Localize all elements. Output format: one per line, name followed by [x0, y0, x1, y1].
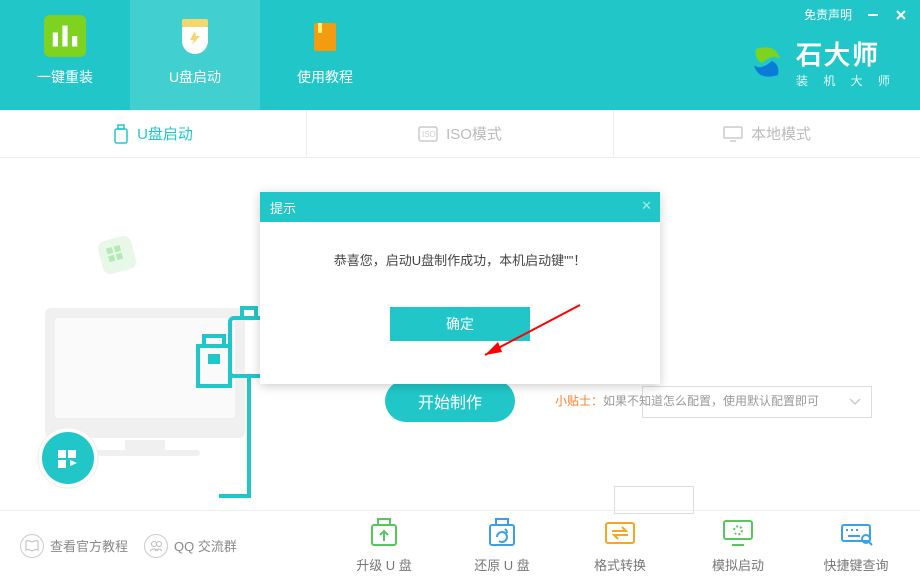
modal-dialog: 提示 ✕ 恭喜您，启动U盘制作成功，本机启动键""！ 确定 [260, 192, 660, 384]
tip-text: 小贴士：如果不知道怎么配置，使用默认配置即可 [555, 392, 819, 409]
brand-subtitle: 装 机 大 师 [796, 72, 896, 89]
start-button-label: 开始制作 [418, 389, 482, 413]
usb-refresh-icon [484, 517, 520, 549]
tip-prefix: 小贴士： [555, 394, 603, 408]
start-button[interactable]: 开始制作 [385, 380, 515, 422]
bottom-bar: 查看官方教程 QQ 交流群 升级 U 盘 还原 U 盘 格式转换 模拟启动 快捷… [0, 510, 920, 580]
tool-label: 还原 U 盘 [474, 555, 530, 574]
header-right: 免责声明 石大师 装 机 大 师 [746, 0, 920, 110]
nav-tab-label: 使用教程 [297, 67, 353, 87]
logo-icon [746, 41, 788, 83]
tool-label: 快捷键查询 [823, 555, 888, 574]
tip-body: 如果不知道怎么配置，使用默认配置即可 [603, 394, 819, 408]
bottom-left-links: 查看官方教程 QQ 交流群 [20, 534, 237, 558]
book-open-icon [20, 534, 44, 558]
tool-label: 模拟启动 [712, 555, 764, 574]
modal-ok-button[interactable]: 确定 [390, 307, 530, 341]
nav-tab-label: 一键重装 [37, 67, 93, 87]
chevron-down-icon [849, 398, 861, 406]
tool-upgrade-usb[interactable]: 升级 U 盘 [340, 517, 428, 574]
tool-format-convert[interactable]: 格式转换 [576, 517, 664, 574]
modal-close-button[interactable]: ✕ [641, 198, 652, 214]
keyboard-search-icon [838, 517, 874, 549]
svg-text:ISO: ISO [422, 130, 436, 139]
usb-icon [113, 124, 129, 144]
tool-label: 升级 U 盘 [356, 555, 412, 574]
monitor-icon [723, 126, 743, 142]
brand-name: 石大师 [796, 35, 896, 72]
link-label: 查看官方教程 [50, 536, 128, 555]
bottom-tools: 升级 U 盘 还原 U 盘 格式转换 模拟启动 快捷键查询 [340, 517, 900, 574]
tool-simulate-boot[interactable]: 模拟启动 [694, 517, 782, 574]
link-label: QQ 交流群 [174, 536, 237, 555]
subtab-label: 本地模式 [751, 123, 811, 144]
shield-icon [174, 15, 216, 57]
subtab-label: U盘启动 [137, 123, 193, 144]
book-icon [304, 15, 346, 57]
header: 一键重装 U盘启动 使用教程 免责声明 石大师 装 机 大 师 [0, 0, 920, 110]
tool-hotkey-lookup[interactable]: 快捷键查询 [812, 517, 900, 574]
qq-group-link[interactable]: QQ 交流群 [144, 534, 237, 558]
nav-tab-tutorial[interactable]: 使用教程 [260, 0, 390, 110]
subtabs: U盘启动 ISO ISO模式 本地模式 [0, 110, 920, 158]
chart-icon [44, 15, 86, 57]
subtab-iso[interactable]: ISO ISO模式 [307, 110, 614, 157]
tool-restore-usb[interactable]: 还原 U 盘 [458, 517, 546, 574]
subtab-label: ISO模式 [446, 123, 502, 144]
modal-message: 恭喜您，启动U盘制作成功，本机启动键""！ [260, 222, 660, 269]
close-button[interactable] [894, 8, 908, 22]
modal-ok-label: 确定 [446, 314, 474, 334]
disclaimer-link[interactable]: 免责声明 [804, 6, 852, 23]
nav-tab-usb-boot[interactable]: U盘启动 [130, 0, 260, 110]
tutorial-link[interactable]: 查看官方教程 [20, 534, 128, 558]
modal-title-bar: 提示 ✕ [260, 192, 660, 222]
people-icon [144, 534, 168, 558]
iso-icon: ISO [418, 126, 438, 142]
modal-title: 提示 [270, 198, 296, 217]
window-controls: 免责声明 [804, 6, 908, 23]
minimize-button[interactable] [866, 8, 880, 22]
subtab-usb-boot[interactable]: U盘启动 [0, 110, 307, 157]
convert-icon [602, 517, 638, 549]
tool-label: 格式转换 [594, 555, 646, 574]
logo: 石大师 装 机 大 师 [746, 35, 896, 89]
subtab-local[interactable]: 本地模式 [614, 110, 920, 157]
nav-tab-reinstall[interactable]: 一键重装 [0, 0, 130, 110]
usb-up-icon [366, 517, 402, 549]
nav-tab-label: U盘启动 [169, 67, 221, 87]
monitor-refresh-icon [720, 517, 756, 549]
